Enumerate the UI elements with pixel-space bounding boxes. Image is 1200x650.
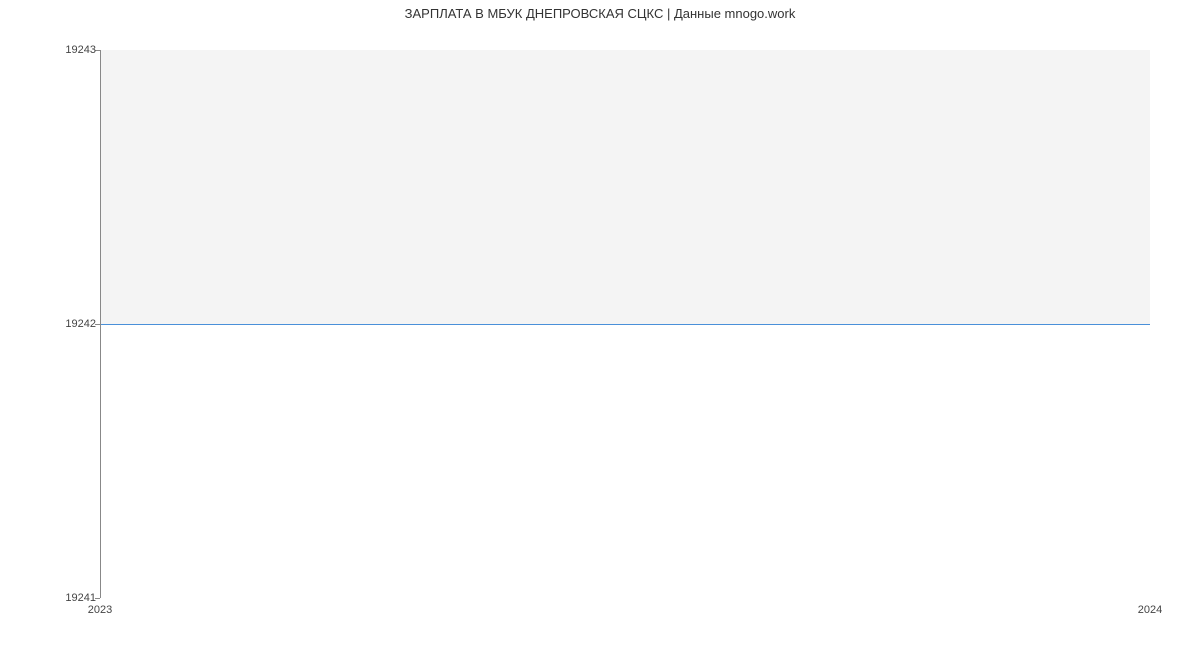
data-line — [100, 324, 1150, 325]
x-tick-label: 2024 — [1138, 604, 1162, 616]
area-fill — [100, 50, 1150, 324]
y-tick-label: 19243 — [65, 44, 96, 56]
chart-area: 19243 19242 19241 2023 2024 — [100, 50, 1150, 598]
chart-title: ЗАРПЛАТА В МБУК ДНЕПРОВСКАЯ СЦКС | Данны… — [0, 6, 1200, 21]
y-tick-label: 19241 — [65, 592, 96, 604]
x-tick-label: 2023 — [88, 604, 112, 616]
y-tick-label: 19242 — [65, 318, 96, 330]
plot-area — [100, 50, 1150, 598]
y-axis-line — [100, 50, 101, 598]
